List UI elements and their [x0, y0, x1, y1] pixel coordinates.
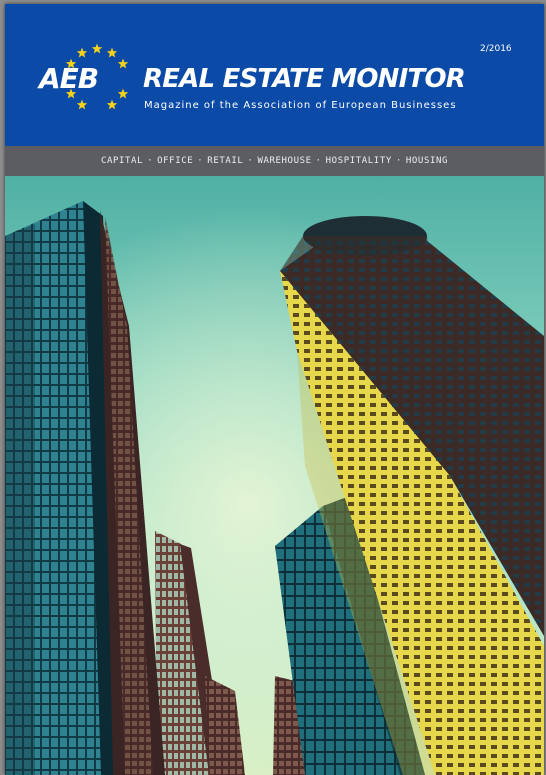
star-icon: [106, 47, 118, 58]
sector-separator: ·: [247, 156, 254, 166]
sector-capital: CAPITAL: [100, 156, 144, 166]
sector-separator: ·: [315, 156, 322, 166]
star-icon: [106, 99, 118, 110]
sector-separator: ·: [395, 156, 402, 166]
star-icon: [76, 99, 88, 110]
sector-separator: ·: [197, 156, 204, 166]
star-icon: [117, 88, 129, 99]
sector-separator: ·: [147, 156, 154, 166]
star-icon: [91, 43, 103, 54]
star-icon: [117, 58, 129, 69]
sector-housing: HOUSING: [405, 156, 449, 166]
magazine-title: REAL ESTATE MONITOR: [143, 64, 466, 94]
sector-bar: CAPITAL · OFFICE · RETAIL · WAREHOUSE · HOSPITAL…: [5, 146, 544, 176]
sector-office: OFFICE: [157, 156, 194, 166]
sector-retail: RETAIL: [207, 156, 244, 166]
skyscrapers-photo: [5, 176, 544, 775]
magazine-cover: AEB REAL ESTATE MONITOR Magazine of the …: [5, 4, 544, 775]
magazine-subtitle: Magazine of the Association of European …: [144, 100, 457, 111]
masthead: AEB REAL ESTATE MONITOR Magazine of the …: [5, 4, 544, 146]
star-icon: [76, 47, 88, 58]
issue-number: 2/2016: [480, 44, 512, 54]
sector-list: CAPITAL · OFFICE · RETAIL · WAREHOUSE · HOSPITAL…: [5, 146, 544, 176]
sector-warehouse: WAREHOUSE: [257, 156, 312, 166]
sector-hospitality: HOSPITALITY: [325, 156, 392, 166]
aeb-logo: AEB: [39, 62, 99, 95]
